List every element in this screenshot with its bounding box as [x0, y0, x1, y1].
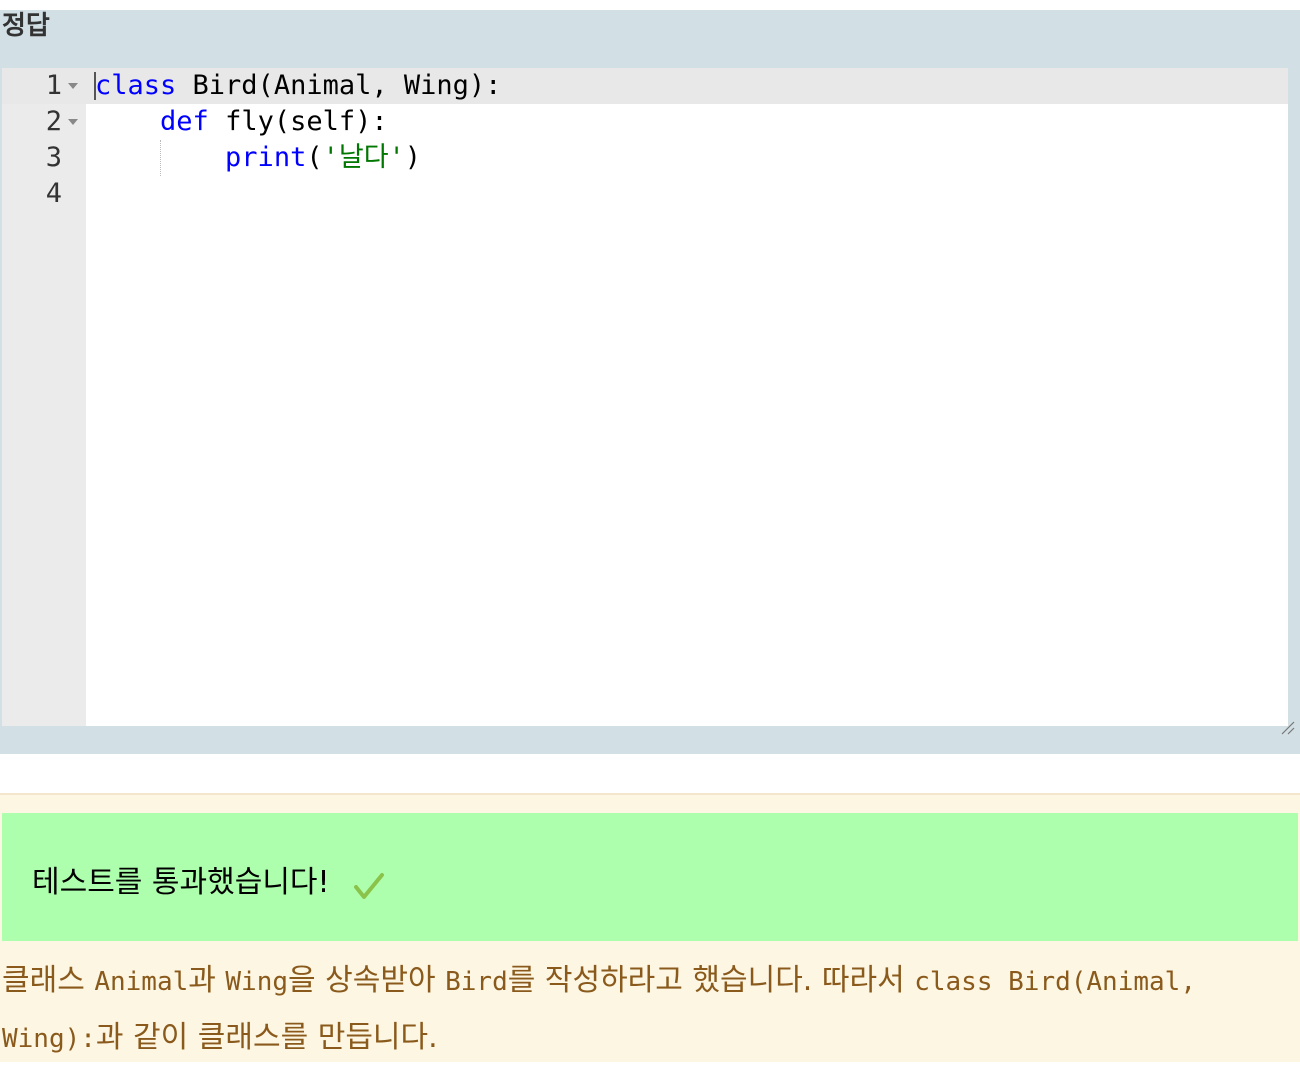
text-cursor	[94, 72, 96, 100]
answer-panel: 정답 1 class Bird(Animal, Wing): 2 def fly(s…	[0, 10, 1300, 754]
inline-code: Bird	[445, 967, 508, 997]
code-line-1[interactable]: 1 class Bird(Animal, Wing):	[2, 68, 1288, 104]
explanation-text: 클래스 Animal과 Wing을 상속받아 Bird를 작성하라고 했습니다.…	[2, 953, 1262, 1067]
line-number: 3	[45, 142, 62, 173]
resize-handle-icon[interactable]	[1278, 718, 1296, 736]
code-token: )	[404, 142, 422, 173]
inline-code: Animal	[94, 967, 189, 997]
line-number: 4	[45, 178, 62, 209]
fold-arrow-icon[interactable]	[68, 119, 78, 125]
explanation-fragment: 과 같이 클래스를 만듭니다.	[95, 1020, 438, 1055]
code-token: fly(self):	[208, 106, 388, 137]
explanation-fragment: 를 작성하라고 했습니다. 따라서	[507, 963, 915, 998]
answer-title: 정답	[2, 11, 50, 41]
line-number: 1	[45, 70, 62, 101]
explanation-fragment: 을 상속받아	[288, 963, 446, 998]
code-line-2[interactable]: 2 def fly(self):	[2, 104, 1288, 140]
code-text: def fly(self):	[95, 104, 388, 140]
inline-code: Wing	[225, 967, 289, 997]
result-area: 테스트를 통과했습니다! 클래스 Animal과 Wing을 상속받아 Bird…	[0, 793, 1300, 1062]
check-icon	[354, 873, 384, 899]
keyword-token: def	[160, 106, 209, 137]
code-editor[interactable]: 1 class Bird(Animal, Wing): 2 def fly(self…	[2, 68, 1288, 726]
pass-message: 테스트를 통과했습니다!	[32, 865, 330, 900]
test-pass-box: 테스트를 통과했습니다!	[2, 813, 1298, 941]
string-token: '날다'	[322, 142, 405, 173]
code-text: class Bird(Animal, Wing):	[95, 68, 501, 104]
explanation-fragment: 클래스	[2, 963, 95, 998]
keyword-token: class	[95, 70, 177, 101]
code-token: (	[306, 142, 323, 173]
code-line-3[interactable]: 3 print('날다')	[2, 140, 1288, 176]
code-line-4[interactable]: 4	[2, 176, 1288, 212]
fold-arrow-icon[interactable]	[68, 83, 78, 89]
code-token: Bird(Animal, Wing):	[176, 70, 502, 101]
line-number: 2	[45, 106, 62, 137]
code-text: print('날다')	[95, 140, 421, 176]
explanation-fragment: 과	[188, 963, 226, 998]
keyword-token: print	[225, 142, 307, 173]
